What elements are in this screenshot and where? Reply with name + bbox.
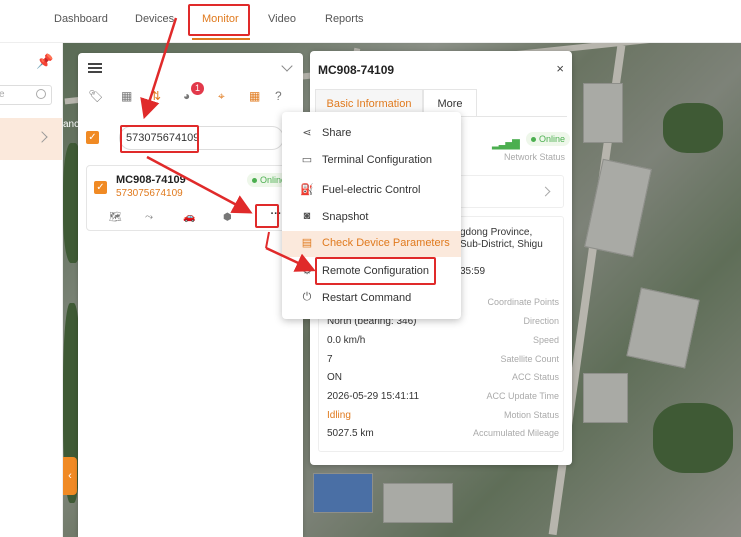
nav-dashboard[interactable]: Dashboard [54, 13, 108, 25]
info-row-mileage: 5027.5 km Accumulated Mileage [327, 428, 559, 439]
route-icon[interactable]: ⤳ [145, 212, 153, 223]
help-icon[interactable]: ? [275, 89, 282, 103]
detail-title: MC908-74109 [318, 63, 395, 77]
info-row-acc-status: ON ACC Status [327, 372, 559, 383]
map-icon[interactable]: 🗺 [109, 212, 122, 223]
fence-icon[interactable]: ⬢ [223, 212, 232, 223]
share-icon: ⋖ [302, 127, 312, 139]
document-icon: ▤ [301, 237, 313, 249]
table-icon[interactable]: ▦ [249, 89, 260, 103]
select-all-checkbox[interactable]: ✓ [86, 131, 99, 144]
annotation-box-monitor [188, 4, 250, 36]
pin-icon[interactable]: 📌 [36, 53, 53, 70]
info-row-speed: 0.0 km/h Speed [327, 335, 559, 346]
notification-badge: 1 [191, 82, 204, 95]
info-row-motion: Idling Motion Status [327, 410, 559, 421]
menu-item-terminal-configuration[interactable]: ▭ Terminal Configuration [282, 148, 461, 172]
menu-item-share[interactable]: ⋖ Share [282, 121, 461, 145]
device-checkbox[interactable]: ✓ [94, 181, 107, 194]
annotation-box-remote-configuration [315, 257, 436, 285]
chevron-right-icon [36, 131, 48, 143]
vehicle-icon[interactable]: 🚗 [183, 212, 195, 223]
left-search-placeholder: e [0, 89, 5, 100]
device-name: MC908-74109 [116, 174, 186, 186]
camera-icon: ◙ [303, 210, 311, 222]
nav-video[interactable]: Video [268, 13, 296, 25]
device-imei: 573075674109 [116, 188, 183, 199]
sort-icon[interactable]: ⇅ [151, 89, 161, 103]
collapse-sidebar-tab[interactable]: ‹ [63, 457, 77, 495]
address-line-2: Sub-District, Shigu [460, 239, 543, 250]
signal-icon: ▂▃▅▇ [492, 139, 520, 150]
annotation-box-more [255, 204, 279, 228]
grid-icon[interactable]: ▦ [121, 89, 132, 103]
annotation-box-search [120, 125, 199, 153]
locate-icon[interactable]: ⌖ [218, 89, 225, 104]
close-icon[interactable]: × [556, 61, 564, 76]
menu-icon[interactable] [88, 63, 102, 73]
map-place-label: anc [63, 119, 80, 130]
status-pie-icon[interactable]: ◕ [183, 89, 190, 103]
menu-item-snapshot[interactable]: ◙ Snapshot [282, 205, 461, 229]
network-status-label: Network Status [504, 152, 566, 162]
left-search-input[interactable]: e [0, 85, 52, 105]
menu-item-check-device-parameters[interactable]: ▤ Check Device Parameters [282, 231, 461, 257]
fuel-icon: ⛽ [300, 184, 314, 196]
nav-active-underline [192, 38, 250, 40]
nav-devices[interactable]: Devices [135, 13, 174, 25]
power-icon: ⏻ [302, 291, 312, 303]
chevron-right-icon [540, 186, 551, 197]
location-time: 35:59 [460, 266, 486, 277]
terminal-icon: ▭ [301, 154, 313, 166]
left-selected-group[interactable] [0, 118, 62, 160]
chevron-down-icon[interactable] [281, 60, 293, 72]
network-status-badge: Online [526, 132, 571, 146]
nav-reports[interactable]: Reports [325, 13, 364, 25]
info-row-acc-update: 2026-05-29 15:41:11 ACC Update Time [327, 391, 559, 402]
info-row-satellites: 7 Satellite Count [327, 354, 559, 365]
left-sidebar: 📌 e [0, 43, 63, 537]
top-navigation: Dashboard Devices Monitor Video Reports [0, 0, 741, 43]
menu-item-restart-command[interactable]: ⏻ Restart Command [282, 286, 461, 310]
remote-config-icon: ⚙ [302, 265, 312, 277]
more-actions-menu: ⋖ Share ▭ Terminal Configuration ⛽ Fuel-ele… [282, 112, 461, 319]
menu-item-fuel-electric-control[interactable]: ⛽ Fuel-electric Control [282, 178, 461, 202]
address-line-1: gdong Province, [460, 227, 533, 238]
tag-icon[interactable]: 🏷 [88, 89, 103, 103]
search-icon [36, 89, 46, 99]
